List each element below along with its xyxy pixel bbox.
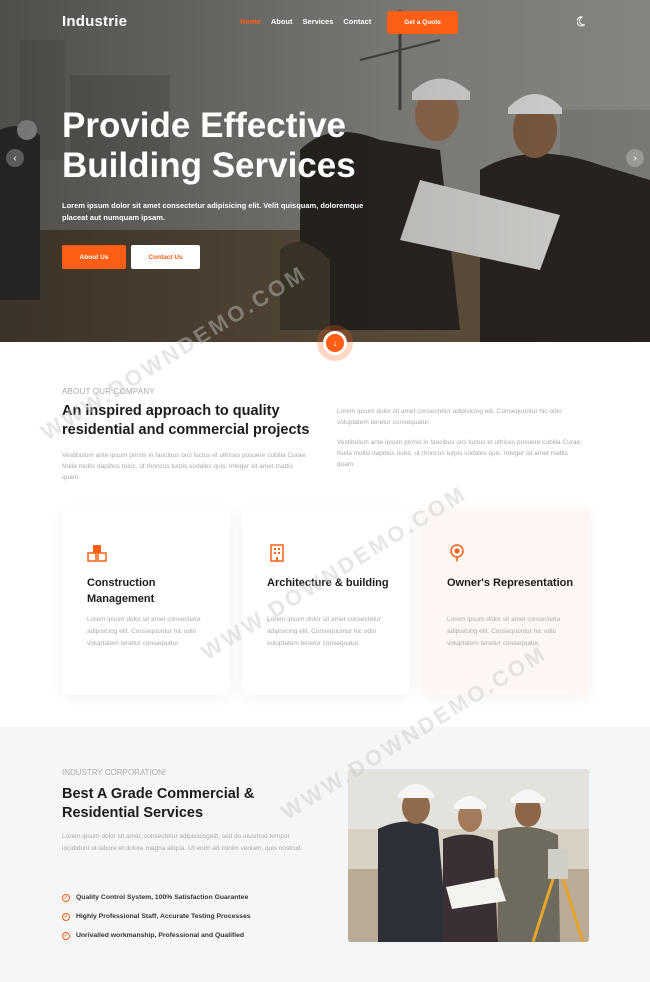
moon-icon[interactable] xyxy=(577,16,588,27)
workers-photo-illustration xyxy=(348,769,589,942)
industry-section-title: Best A Grade Commercial & Residential Se… xyxy=(62,786,255,821)
check-circle-icon: ✓ xyxy=(62,893,70,902)
service-description: Lorem ipsum dolor sit amet consectetur a… xyxy=(447,616,561,647)
service-description: Lorem ipsum dolor sit amet consectetur a… xyxy=(267,616,381,647)
feature-text: Unrivalled workmanship, Professional and… xyxy=(76,932,245,939)
boxes-icon xyxy=(87,545,107,562)
top-nav: Industrie Home About Services Contact Ge… xyxy=(0,0,650,46)
nav-about[interactable]: About xyxy=(271,17,293,26)
nav-contact[interactable]: Contact xyxy=(343,17,371,26)
contact-us-button[interactable]: Contact Us xyxy=(131,245,200,269)
about-paragraph-left: Vestibulum ante ipsum primis in faucibus… xyxy=(62,452,307,481)
feature-text: Highly Professional Staff, Accurate Test… xyxy=(76,913,251,920)
industry-section-label: INDUSTRY CORPORATION! xyxy=(62,768,167,777)
location-pin-icon xyxy=(450,544,464,562)
hero-section: Industrie Home About Services Contact Ge… xyxy=(0,0,650,342)
check-circle-icon: ✓ xyxy=(62,931,70,940)
scroll-down-button[interactable]: ↓ xyxy=(317,325,353,361)
nav-services[interactable]: Services xyxy=(303,17,334,26)
industry-description: Lorem ipsum dolor sit amet, consectetur … xyxy=(62,833,303,852)
slider-next-button[interactable]: › xyxy=(626,149,644,167)
about-section-title: An inspired approach to quality resident… xyxy=(62,403,310,438)
service-title: Architecture & building xyxy=(267,577,389,589)
brand-logo[interactable]: Industrie xyxy=(62,13,127,30)
arrow-down-icon: ↓ xyxy=(323,331,347,355)
nav-home[interactable]: Home xyxy=(240,17,261,26)
service-card-architecture[interactable]: Architecture & building Lorem ipsum dolo… xyxy=(242,509,410,695)
list-item: ✓ Quality Control System, 100% Satisfact… xyxy=(62,888,251,907)
hero-title: Provide Effective Building Services xyxy=(62,106,356,185)
service-card-construction[interactable]: Construction Management Lorem ipsum dolo… xyxy=(62,509,230,695)
about-us-button[interactable]: About Us xyxy=(62,245,126,269)
list-item: ✓ Highly Professional Staff, Accurate Te… xyxy=(62,907,251,926)
about-paragraph-right-2: Vestibulum ante ipsum primis in faucibus… xyxy=(337,439,582,468)
about-paragraph-right-1: Lorem ipsum dolor sit amet consectetur a… xyxy=(337,408,562,426)
hero-description: Lorem ipsum dolor sit amet consectetur a… xyxy=(62,201,364,222)
list-item: ✓ Unrivalled workmanship, Professional a… xyxy=(62,926,251,945)
feature-list: ✓ Quality Control System, 100% Satisfact… xyxy=(62,888,251,945)
about-section-label: ABOUT OUR COMPANY xyxy=(62,387,155,396)
slider-prev-button[interactable]: ‹ xyxy=(6,149,24,167)
get-quote-button[interactable]: Get a Quote xyxy=(387,11,458,34)
service-title: Owner's Representation xyxy=(447,577,574,589)
service-title: Construction Management xyxy=(87,577,156,605)
workers-photo xyxy=(348,769,589,942)
building-icon xyxy=(270,544,284,562)
service-card-owners[interactable]: Owner's Representation Lorem ipsum dolor… xyxy=(422,509,590,695)
nav-menu: Home About Services Contact xyxy=(240,17,371,26)
feature-text: Quality Control System, 100% Satisfactio… xyxy=(76,894,249,901)
service-description: Lorem ipsum dolor sit amet consectetur a… xyxy=(87,616,201,647)
check-circle-icon: ✓ xyxy=(62,912,70,921)
